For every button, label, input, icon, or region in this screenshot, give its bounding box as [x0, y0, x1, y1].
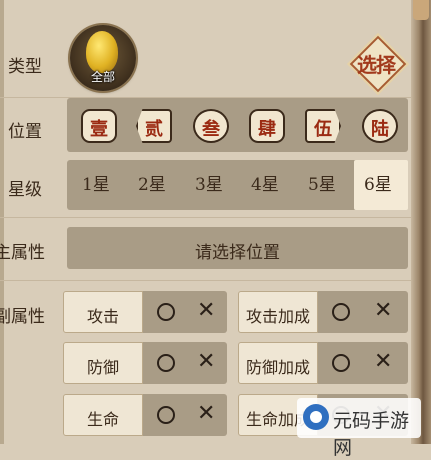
- watermark: 元码手游网: [297, 398, 421, 459]
- sub-attr-defense-bonus: 防御加成 ✕: [238, 342, 408, 384]
- circle-icon[interactable]: [332, 354, 350, 372]
- position-slot-1[interactable]: 壹: [78, 106, 120, 146]
- star-option-5[interactable]: 5星: [308, 170, 336, 195]
- star-label: 星级: [8, 180, 42, 200]
- type-filter-label: 全部: [90, 70, 115, 84]
- position-slot-4[interactable]: 肆: [246, 106, 288, 146]
- star-option-2[interactable]: 2星: [138, 170, 166, 195]
- star-option-4[interactable]: 4星: [251, 170, 279, 195]
- sub-attr-defense: 防御 ✕: [63, 342, 227, 384]
- sub-attr-attack: 攻击 ✕: [63, 291, 227, 333]
- sub-attr-label: 副属性: [0, 307, 45, 327]
- sub-attr-name: 生命: [63, 394, 143, 436]
- frame-left-edge: [0, 0, 4, 444]
- circle-icon[interactable]: [157, 354, 175, 372]
- circle-icon[interactable]: [332, 303, 350, 321]
- star-option-1[interactable]: 1星: [82, 170, 110, 195]
- position-slot-label: 壹: [90, 119, 108, 140]
- position-slot-label: 伍: [314, 119, 332, 140]
- frame-right-edge: [411, 0, 431, 444]
- sub-attr-hp: 生命 ✕: [63, 394, 227, 436]
- divider: [0, 217, 411, 218]
- main-attr-placeholder: 请选择位置: [195, 243, 280, 263]
- position-slot-label: 陆: [371, 119, 389, 140]
- frame-cap: [413, 0, 429, 20]
- circle-icon[interactable]: [157, 303, 175, 321]
- position-slot-label: 肆: [258, 119, 276, 140]
- position-slot-6[interactable]: 陆: [359, 106, 401, 146]
- position-slot-label: 贰: [145, 119, 163, 140]
- sub-attr-name: 攻击加成: [238, 291, 318, 333]
- type-label: 类型: [8, 57, 42, 77]
- sub-attr-controls: ✕: [143, 394, 227, 436]
- position-label: 位置: [8, 122, 42, 142]
- sub-attr-controls: ✕: [318, 342, 408, 384]
- cross-icon[interactable]: ✕: [374, 298, 392, 323]
- circle-icon[interactable]: [157, 406, 175, 424]
- watermark-logo-icon: [303, 404, 329, 430]
- sub-attr-name: 攻击: [63, 291, 143, 333]
- watermark-text: 元码手游网: [333, 410, 410, 459]
- sub-attr-controls: ✕: [318, 291, 408, 333]
- select-button-label: 选择: [357, 53, 396, 77]
- main-attr-select[interactable]: 请选择位置: [67, 227, 408, 269]
- sub-attr-name: 防御加成: [238, 342, 318, 384]
- position-slot-3[interactable]: 叁: [190, 106, 232, 146]
- sub-attr-name: 防御: [63, 342, 143, 384]
- cross-icon[interactable]: ✕: [374, 349, 392, 374]
- cross-icon[interactable]: ✕: [197, 401, 215, 426]
- main-attr-label: 主属性: [0, 243, 45, 263]
- cross-icon[interactable]: ✕: [197, 349, 215, 374]
- sub-attr-controls: ✕: [143, 342, 227, 384]
- position-slot-2[interactable]: 贰: [133, 106, 175, 146]
- sub-attr-attack-bonus: 攻击加成 ✕: [238, 291, 408, 333]
- sub-attr-controls: ✕: [143, 291, 227, 333]
- star-option-6[interactable]: 6星: [364, 170, 392, 195]
- select-button[interactable]: 选择: [349, 35, 407, 93]
- position-slot-5[interactable]: 伍: [302, 106, 344, 146]
- type-filter-all-button[interactable]: 全部: [70, 25, 136, 91]
- position-slot-label: 叁: [202, 119, 220, 140]
- gold-gem-icon: [86, 31, 118, 73]
- star-option-3[interactable]: 3星: [195, 170, 223, 195]
- cross-icon[interactable]: ✕: [197, 298, 215, 323]
- divider: [0, 280, 411, 281]
